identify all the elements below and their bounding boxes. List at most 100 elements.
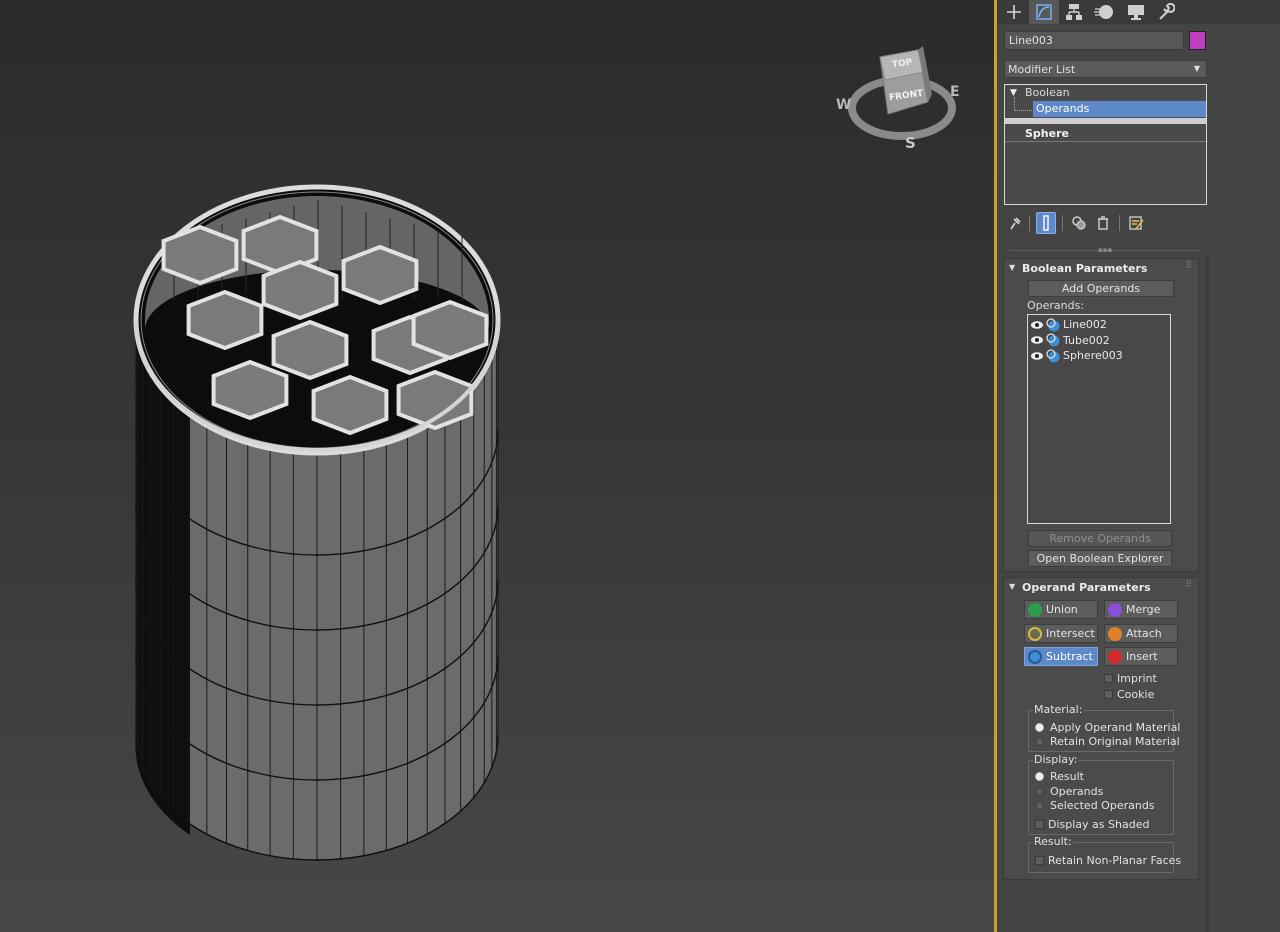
attach-button[interactable]: Attach: [1104, 624, 1178, 643]
compass-west-label[interactable]: W: [836, 97, 851, 113]
checkbox-box: [1104, 674, 1113, 683]
union-icon: [1028, 602, 1042, 617]
drag-handle-icon[interactable]: ▪▪▪: [1098, 246, 1112, 254]
radio-dot: [1035, 787, 1044, 796]
compass-south-label[interactable]: S: [905, 134, 916, 152]
display-operands-radio[interactable]: Operands: [1035, 785, 1103, 798]
perspective-viewport[interactable]: TOP FRONT W E S: [0, 0, 994, 932]
stack-item-sphere-label: Sphere: [1025, 127, 1069, 140]
plus-icon: [1007, 5, 1021, 19]
rollout-header[interactable]: ▼ Operand Parameters ⠿: [1004, 578, 1198, 596]
radio-dot: [1035, 737, 1044, 746]
display-label: Display:: [1033, 753, 1079, 766]
checkbox-box: [1035, 820, 1044, 829]
merge-label: Merge: [1126, 603, 1161, 616]
display-icon: [1128, 5, 1144, 20]
eye-icon[interactable]: [1030, 320, 1044, 330]
object-color-swatch[interactable]: [1189, 31, 1206, 50]
intersect-icon: [1028, 626, 1042, 641]
result-group: Result: Retain Non-Planar Faces: [1028, 835, 1181, 873]
toolbar-separator: [1119, 215, 1120, 231]
subtract-icon: [1028, 649, 1042, 664]
cookie-checkbox[interactable]: Cookie: [1104, 688, 1154, 701]
stack-item-boolean[interactable]: ▼ Boolean: [1005, 85, 1206, 101]
rollout-header[interactable]: ▼ Boolean Parameters ⠿: [1004, 259, 1198, 277]
imprint-checkbox[interactable]: Imprint: [1104, 672, 1157, 685]
operands-label: Operands:: [1027, 299, 1085, 312]
attach-icon: [1108, 626, 1122, 641]
modify-icon: [1036, 4, 1052, 20]
radio-dot: [1035, 801, 1044, 810]
pin-stack-icon[interactable]: [1005, 212, 1025, 234]
eye-icon[interactable]: [1030, 335, 1044, 345]
modifier-list-dropdown[interactable]: Modifier List ▼: [1004, 60, 1207, 78]
configure-modifier-sets-icon[interactable]: [1126, 212, 1146, 234]
attach-label: Attach: [1126, 627, 1162, 640]
panel-scrollbar[interactable]: [1205, 255, 1209, 932]
operand-name: Line002: [1063, 318, 1107, 331]
display-result-radio[interactable]: Result: [1035, 770, 1084, 783]
union-button[interactable]: Union: [1024, 600, 1098, 619]
eye-icon[interactable]: [1030, 351, 1044, 361]
retain-non-planar-faces-checkbox[interactable]: Retain Non-Planar Faces: [1035, 854, 1181, 867]
add-operands-button[interactable]: Add Operands: [1028, 280, 1174, 297]
open-boolean-explorer-button[interactable]: Open Boolean Explorer: [1028, 550, 1172, 567]
remove-operands-button[interactable]: Remove Operands: [1028, 530, 1172, 547]
stack-tree-line: [1014, 97, 1032, 111]
view-cube[interactable]: TOP FRONT W E S: [832, 42, 967, 152]
display-selected-operands-radio[interactable]: Selected Operands: [1035, 799, 1155, 812]
show-end-result-icon[interactable]: [1036, 212, 1056, 234]
trash-icon[interactable]: [1093, 212, 1113, 234]
retain-non-planar-faces-label: Retain Non-Planar Faces: [1048, 854, 1182, 867]
collapse-triangle-icon: ▼: [1009, 263, 1016, 272]
insert-button[interactable]: Insert: [1104, 647, 1178, 666]
make-unique-icon[interactable]: [1069, 212, 1089, 234]
stack-toolbar: [1005, 212, 1205, 234]
operand-list-item[interactable]: Tube002: [1030, 333, 1110, 348]
compass-east-label[interactable]: E: [950, 84, 960, 100]
chevron-down-icon: ▼: [1193, 64, 1200, 73]
display-as-shaded-label: Display as Shaded: [1048, 818, 1150, 831]
merge-icon: [1108, 602, 1122, 617]
result-label: Result:: [1033, 835, 1073, 848]
rollout-grip-icon: ⠿: [1185, 580, 1192, 590]
union-label: Union: [1046, 603, 1078, 616]
merge-button[interactable]: Merge: [1104, 600, 1178, 619]
operand-name: Tube002: [1063, 333, 1110, 347]
wrench-icon: [1159, 3, 1175, 20]
hierarchy-tab[interactable]: [1059, 0, 1089, 24]
operands-list[interactable]: Line002 Tube002 Sphere003: [1027, 314, 1171, 524]
modifier-stack[interactable]: ▼ Boolean Operands Sphere: [1004, 84, 1207, 205]
stack-separator: [1005, 141, 1206, 142]
stack-item-operands[interactable]: Operands: [1033, 101, 1206, 117]
utilities-tab[interactable]: [1151, 0, 1181, 24]
operand-name: Sphere003: [1063, 349, 1123, 362]
display-tab[interactable]: [1121, 0, 1151, 24]
operand-parameters-rollout: ▼ Operand Parameters ⠿ Union Merge Inter…: [1003, 577, 1199, 880]
motion-tab[interactable]: [1089, 0, 1119, 24]
modifier-list-label: Modifier List: [1008, 63, 1076, 76]
apply-operand-material-radio[interactable]: Apply Operand Material: [1035, 721, 1180, 734]
object-name-field[interactable]: Line003: [1004, 31, 1184, 50]
stack-separator: [1005, 118, 1206, 124]
display-group: Display: Result Operands Selected Operan…: [1028, 753, 1174, 835]
toolbar-separator: [1062, 215, 1063, 231]
boolean-parameters-rollout: ▼ Boolean Parameters ⠿ Add Operands Oper…: [1003, 258, 1199, 572]
operand-list-item[interactable]: Sphere003: [1030, 348, 1123, 363]
stack-item-operands-label: Operands: [1036, 102, 1090, 115]
subtract-button[interactable]: Subtract: [1024, 647, 1098, 666]
operand-list-item[interactable]: Line002: [1030, 317, 1107, 332]
intersect-button[interactable]: Intersect: [1024, 624, 1098, 643]
material-label: Material:: [1033, 703, 1084, 716]
checkbox-box: [1035, 856, 1044, 865]
radio-dot: [1035, 723, 1044, 732]
insert-icon: [1108, 649, 1122, 664]
command-panel: Line003 Modifier List ▼ ▼ Boolean Operan…: [997, 0, 1280, 932]
retain-original-material-radio[interactable]: Retain Original Material: [1035, 735, 1180, 748]
stack-item-sphere[interactable]: Sphere: [1005, 126, 1206, 142]
operand-parameters-title: Operand Parameters: [1022, 581, 1151, 594]
subtract-label: Subtract: [1046, 650, 1093, 663]
display-as-shaded-checkbox[interactable]: Display as Shaded: [1035, 818, 1149, 831]
modify-tab[interactable]: [1029, 0, 1059, 24]
create-tab[interactable]: [999, 0, 1029, 24]
